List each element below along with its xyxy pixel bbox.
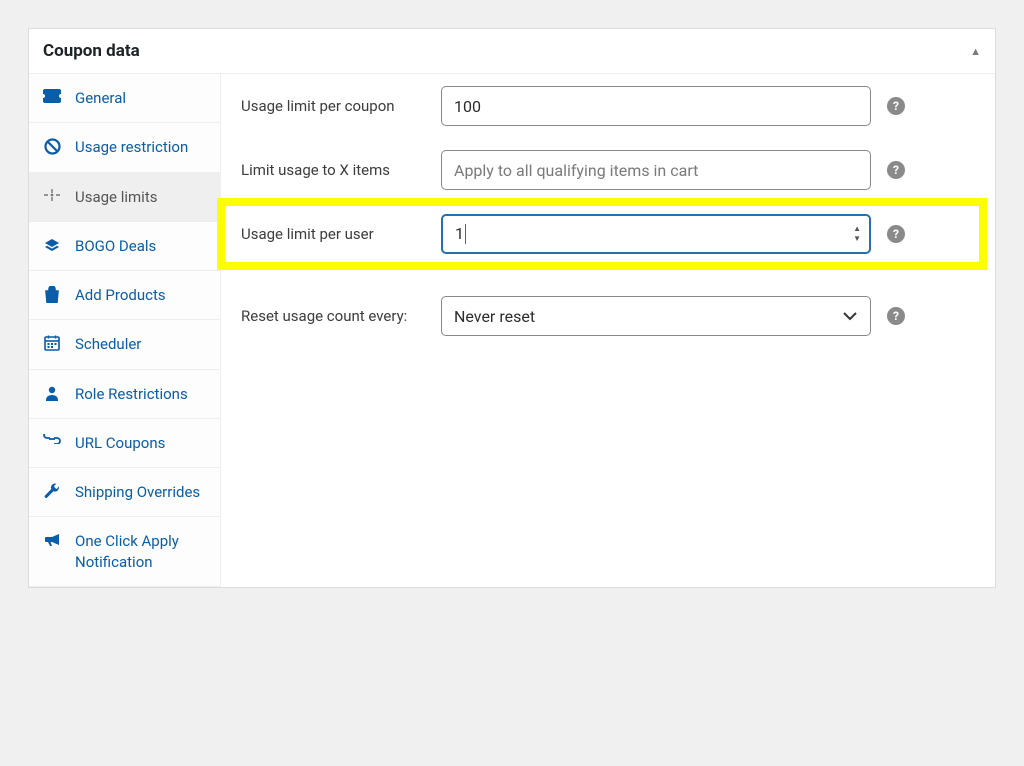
text-cursor — [465, 224, 466, 244]
label-reset-usage: Reset usage count every: — [241, 307, 441, 325]
sidebar-item-url-coupons[interactable]: URL Coupons — [29, 419, 220, 468]
sidebar-item-bogo-deals[interactable]: BOGO Deals — [29, 222, 220, 271]
panel-header[interactable]: Coupon data ▲ — [29, 29, 995, 74]
row-limit-usage-items: Limit usage to X items Apply to all qual… — [221, 138, 995, 202]
sidebar-item-label: Role Restrictions — [75, 384, 208, 404]
help-icon[interactable]: ? — [887, 225, 905, 243]
panel-title: Coupon data — [43, 41, 140, 61]
sidebar-item-add-products[interactable]: Add Products — [29, 271, 220, 320]
ban-icon — [43, 137, 61, 155]
sidebar-item-general[interactable]: General — [29, 74, 220, 123]
sidebar-item-label: BOGO Deals — [75, 236, 208, 256]
spinner-up-icon[interactable]: ▲ — [853, 225, 861, 233]
sidebar-item-scheduler[interactable]: Scheduler — [29, 320, 220, 369]
select-reset-usage[interactable]: Never reset — [441, 296, 871, 336]
content-area: Usage limit per coupon 100 ? Limit usage… — [221, 74, 995, 587]
label-usage-limit-per-user: Usage limit per user — [241, 225, 441, 243]
input-usage-limit-per-coupon[interactable]: 100 — [441, 86, 871, 126]
sidebar-item-label: Usage restriction — [75, 137, 208, 157]
input-limit-usage-items[interactable]: Apply to all qualifying items in cart — [441, 150, 871, 190]
link-icon — [43, 433, 61, 444]
help-icon[interactable]: ? — [887, 97, 905, 115]
sidebar-item-label: Scheduler — [75, 334, 208, 354]
row-usage-limit-per-user: Usage limit per user 1 ▲ ▼ ? — [221, 202, 983, 266]
sidebar-item-role-restrictions[interactable]: Role Restrictions — [29, 370, 220, 419]
sidebar-item-one-click-apply[interactable]: One Click Apply Notification — [29, 517, 220, 587]
collapse-icon[interactable]: ▲ — [970, 45, 981, 58]
input-value: 100 — [454, 97, 481, 116]
megaphone-icon — [43, 531, 61, 547]
sidebar-item-label: One Click Apply Notification — [75, 531, 208, 572]
sidebar-item-label: Add Products — [75, 285, 208, 305]
coupon-data-panel: Coupon data ▲ General Usage restriction — [28, 28, 996, 588]
sidebar-item-label: URL Coupons — [75, 433, 208, 453]
panel-body: General Usage restriction Usage limits — [29, 74, 995, 587]
label-usage-limit-per-coupon: Usage limit per coupon — [241, 97, 441, 115]
select-value: Never reset — [454, 307, 535, 326]
label-limit-usage-items: Limit usage to X items — [241, 161, 441, 179]
wrench-icon — [43, 482, 61, 499]
sidebar-item-usage-restriction[interactable]: Usage restriction — [29, 123, 220, 172]
help-icon[interactable]: ? — [887, 307, 905, 325]
sidebar-item-shipping-overrides[interactable]: Shipping Overrides — [29, 468, 220, 517]
number-spinner: ▲ ▼ — [853, 225, 861, 243]
ticket-icon — [43, 88, 61, 103]
bag-icon — [43, 285, 61, 303]
limits-icon — [43, 187, 61, 202]
calendar-icon — [43, 334, 61, 351]
chevron-down-icon — [842, 311, 858, 321]
stack-icon — [43, 236, 61, 253]
row-usage-limit-per-coupon: Usage limit per coupon 100 ? — [221, 74, 995, 138]
input-value: 1 — [455, 224, 464, 243]
sidebar-item-usage-limits[interactable]: Usage limits — [29, 173, 220, 222]
help-icon[interactable]: ? — [887, 161, 905, 179]
sidebar-item-label: General — [75, 88, 208, 108]
sidebar-item-label: Shipping Overrides — [75, 482, 208, 502]
sidebar-item-label: Usage limits — [75, 187, 208, 207]
user-icon — [43, 384, 61, 401]
input-placeholder: Apply to all qualifying items in cart — [454, 161, 698, 180]
spinner-down-icon[interactable]: ▼ — [853, 235, 861, 243]
row-reset-usage: Reset usage count every: Never reset ? — [221, 284, 995, 348]
sidebar: General Usage restriction Usage limits — [29, 74, 221, 587]
input-usage-limit-per-user[interactable]: 1 ▲ ▼ — [441, 214, 871, 254]
